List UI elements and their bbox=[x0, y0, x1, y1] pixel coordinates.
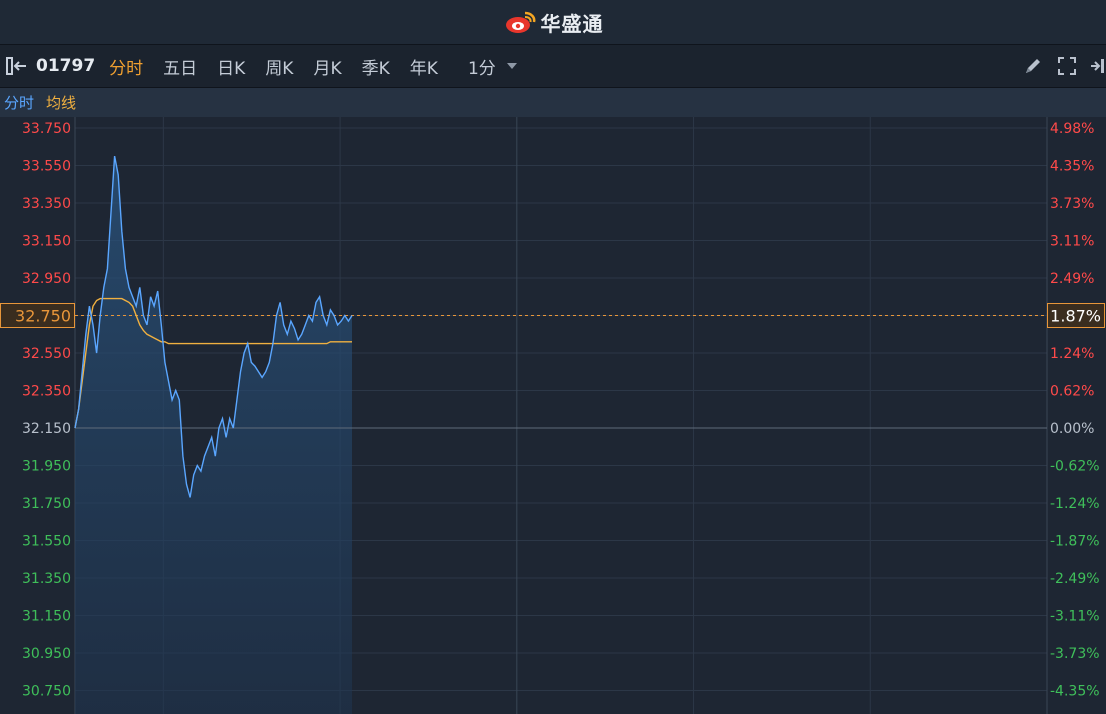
tab-monthly-k[interactable]: 月K bbox=[313, 54, 341, 79]
y-tick-label: 32.150 bbox=[22, 421, 71, 437]
y-tick-label: 32.550 bbox=[22, 346, 71, 362]
tab-weekly-k[interactable]: 周K bbox=[265, 54, 293, 79]
legend-price-line: 分时 bbox=[4, 94, 35, 112]
pct-tick-label: -1.87% bbox=[1050, 534, 1100, 550]
tab-five-day[interactable]: 五日 bbox=[163, 54, 197, 79]
y-tick-label: 31.950 bbox=[22, 459, 71, 475]
tab-yearly-k[interactable]: 年K bbox=[410, 54, 438, 79]
pct-tick-label: -0.62% bbox=[1050, 459, 1100, 475]
pct-tick-label: -1.24% bbox=[1050, 496, 1100, 512]
legend-average-line: 均线 bbox=[46, 94, 77, 112]
stock-code: 01797 bbox=[36, 56, 96, 76]
y-tick-label: 32.950 bbox=[22, 271, 71, 287]
y-tick-label: 31.750 bbox=[22, 496, 71, 512]
pct-tick-label: -3.11% bbox=[1050, 609, 1100, 625]
pct-tick-label: 2.49% bbox=[1050, 271, 1094, 287]
tab-quarterly-k[interactable]: 季K bbox=[362, 54, 390, 79]
pct-tick-label: 4.98% bbox=[1050, 121, 1094, 137]
pct-tick-label: 3.73% bbox=[1050, 196, 1094, 212]
interval-value: 1分 bbox=[467, 58, 496, 79]
y-tick-label: 33.150 bbox=[22, 234, 71, 250]
pct-tick-label: 0.00% bbox=[1050, 421, 1094, 437]
pct-tick-label: -4.35% bbox=[1050, 684, 1100, 700]
brand: 华盛通 bbox=[503, 8, 604, 37]
current-pct-label: 1.87% bbox=[1050, 307, 1101, 326]
pct-tick-label: -3.73% bbox=[1050, 646, 1100, 662]
app-header: 华盛通 bbox=[0, 0, 1106, 45]
brand-title: 华盛通 bbox=[540, 11, 604, 36]
y-tick-label: 31.350 bbox=[22, 571, 71, 587]
tab-daily-k[interactable]: 日K bbox=[217, 54, 245, 79]
y-tick-label: 32.350 bbox=[22, 384, 71, 400]
interval-select[interactable]: 1分 bbox=[468, 54, 518, 79]
y-tick-label: 33.750 bbox=[22, 121, 71, 137]
y-tick-label: 31.550 bbox=[22, 534, 71, 550]
y-tick-label: 31.150 bbox=[22, 609, 71, 625]
y-tick-label: 30.750 bbox=[22, 684, 71, 700]
y-tick-label: 30.950 bbox=[22, 646, 71, 662]
fullscreen-icon[interactable] bbox=[1056, 55, 1078, 77]
y-tick-label: 33.550 bbox=[22, 159, 71, 175]
pct-tick-label: -2.49% bbox=[1050, 571, 1100, 587]
chart-legend: 分时 均线 bbox=[0, 88, 1106, 117]
y-tick-label: 33.350 bbox=[22, 196, 71, 212]
intraday-price-chart[interactable]: 33.750 33.550 33.350 33.150 32.950 32.550 32.3… bbox=[0, 117, 1106, 714]
pct-tick-label: 4.35% bbox=[1050, 159, 1094, 175]
pct-tick-label: 1.24% bbox=[1050, 346, 1094, 362]
panel-toggle-icon[interactable] bbox=[4, 55, 30, 77]
pct-tick-label: 0.62% bbox=[1050, 384, 1094, 400]
chevron-down-icon bbox=[506, 63, 517, 69]
tool-icons bbox=[1022, 45, 1106, 87]
weibo-logo-icon bbox=[505, 11, 535, 33]
exit-arrow-icon[interactable] bbox=[1090, 55, 1104, 77]
draw-pen-icon[interactable] bbox=[1022, 55, 1044, 77]
tab-intraday[interactable]: 分时 bbox=[109, 54, 143, 79]
chart-toolbar: 01797 分时 五日 日K 周K 月K 季K 年K 1分 bbox=[0, 45, 1106, 88]
current-price-label: 32.750 bbox=[15, 307, 71, 326]
pct-tick-label: 3.11% bbox=[1050, 234, 1094, 250]
